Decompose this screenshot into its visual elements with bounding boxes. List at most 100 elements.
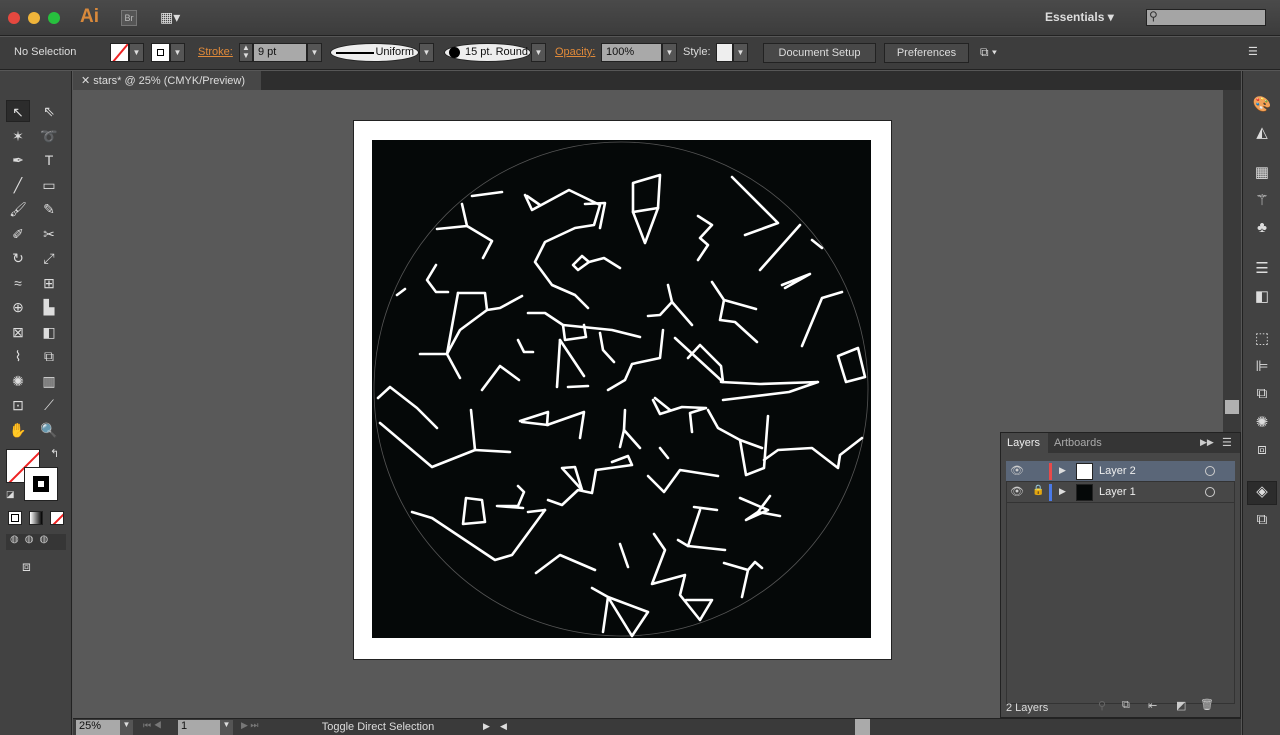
blob-brush-tool-icon[interactable]: ✐ — [6, 223, 30, 245]
gradient-panel-icon[interactable]: ◧ — [1251, 287, 1273, 307]
selection-tool-icon[interactable]: ↖ — [6, 100, 30, 122]
swap-colors-icon[interactable]: ↰ — [50, 447, 59, 460]
zoom-level-field[interactable]: 25% — [76, 720, 120, 735]
locate-object-icon[interactable]: ⚲ — [1098, 699, 1106, 712]
lasso-tool-icon[interactable]: ➰ — [37, 125, 61, 147]
graphic-styles-icon[interactable]: ⧈ — [1251, 441, 1273, 461]
clipping-mask-icon[interactable]: ⧉ — [1122, 699, 1130, 712]
color-panel-icon[interactable]: 🎨 — [1251, 95, 1273, 115]
stroke-dropdown[interactable]: ▼ — [170, 43, 185, 62]
gradient-mode-button[interactable] — [29, 511, 43, 525]
color-mode-button[interactable] — [8, 511, 22, 525]
expand-layer-icon[interactable]: ▶ — [1059, 465, 1066, 476]
slice-tool-icon[interactable]: ⟋ — [37, 394, 61, 416]
status-menu-arrow[interactable]: ▶ — [483, 721, 490, 732]
profile-dropdown[interactable]: ▼ — [419, 43, 434, 62]
layer-row[interactable]: 👁 ▶ Layer 2 — [1006, 461, 1235, 482]
artboard-dropdown[interactable]: ▼ — [220, 720, 233, 735]
target-icon[interactable] — [1205, 487, 1215, 497]
visibility-eye-icon[interactable]: 👁 — [1010, 464, 1024, 477]
opacity-dropdown[interactable]: ▼ — [662, 43, 677, 62]
pathfinder-icon[interactable]: ⧉ — [1251, 385, 1273, 405]
pen-tool-icon[interactable]: ✒ — [6, 149, 30, 171]
tab-artboards[interactable]: Artboards — [1049, 433, 1114, 453]
appearance-icon[interactable]: ✺ — [1251, 413, 1273, 433]
type-tool-icon[interactable]: T — [37, 149, 61, 171]
style-swatch[interactable] — [716, 43, 733, 62]
next-artboard-button[interactable]: ▶ ⏭ — [241, 720, 259, 731]
panel-menu-icon[interactable]: ☰ — [1222, 436, 1232, 449]
first-artboard-button[interactable]: ⏮ ◀ — [143, 720, 162, 731]
stroke-stepper[interactable]: ▲ ▼ — [239, 43, 253, 62]
new-sublayer-icon[interactable]: ⇤ — [1148, 699, 1157, 712]
gradient-tool-icon[interactable]: ◧ — [37, 321, 61, 343]
close-tab-icon[interactable]: ✕ — [81, 75, 93, 87]
minimize-window-button[interactable] — [28, 12, 40, 24]
scale-tool-icon[interactable]: ⤢ — [37, 247, 61, 269]
shape-builder-tool-icon[interactable]: ⊕ — [6, 296, 30, 318]
warp-tool-icon[interactable]: ≈ — [6, 272, 30, 294]
column-graph-tool-icon[interactable]: ▥ — [37, 370, 61, 392]
zoom-tool-icon[interactable]: 🔍 — [37, 419, 61, 441]
document-tab[interactable]: ✕ stars* @ 25% (CMYK/Preview) — [73, 71, 261, 90]
layers-panel-icon[interactable]: ◈ — [1247, 481, 1277, 505]
scroll-left-button[interactable]: ◀ — [500, 721, 507, 732]
bridge-button[interactable]: Br — [121, 10, 137, 26]
perspective-grid-tool-icon[interactable]: ▙ — [37, 296, 61, 318]
collapse-panel-icon[interactable]: ▶▶ — [1200, 437, 1214, 448]
screen-mode-icon[interactable]: ⧈ — [22, 558, 31, 575]
brush-dropdown[interactable]: ▼ — [531, 43, 546, 62]
vertical-scroll-thumb[interactable] — [1225, 400, 1239, 414]
blend-tool-icon[interactable]: ⧉ — [37, 345, 61, 367]
visibility-eye-icon[interactable]: 👁 — [1010, 485, 1024, 498]
stroke-color-box[interactable] — [24, 467, 58, 501]
drawing-modes[interactable]: ◍◍◍ — [6, 534, 66, 550]
transform-icon[interactable]: ⬚ — [1251, 329, 1273, 349]
status-tool-hint[interactable]: Toggle Direct Selection — [278, 721, 478, 733]
line-tool-icon[interactable]: ╱ — [6, 174, 30, 196]
artboard-tool-icon[interactable]: ⊡ — [6, 394, 30, 416]
zoom-window-button[interactable] — [48, 12, 60, 24]
brushes-icon[interactable]: ⚚ — [1251, 191, 1273, 211]
stroke-swatch[interactable] — [151, 43, 170, 62]
tab-layers[interactable]: Layers — [1001, 433, 1048, 453]
color-guide-icon[interactable]: ◭ — [1251, 123, 1273, 143]
symbol-sprayer-tool-icon[interactable]: ✺ — [6, 370, 30, 392]
opacity-label[interactable]: Opacity: — [555, 46, 595, 58]
stroke-weight-dropdown[interactable]: ▼ — [307, 43, 322, 62]
zoom-dropdown[interactable]: ▼ — [120, 720, 133, 735]
mesh-tool-icon[interactable]: ⊠ — [6, 321, 30, 343]
artboard-number-field[interactable]: 1 — [178, 720, 220, 735]
stroke-weight-field[interactable]: 9 pt — [253, 43, 307, 62]
control-menu-icon[interactable]: ☰ — [1248, 45, 1258, 58]
direct-selection-tool-icon[interactable]: ⇖ — [37, 100, 61, 122]
new-layer-icon[interactable]: ◩ — [1176, 699, 1186, 712]
magic-wand-tool-icon[interactable]: ✶ — [6, 125, 30, 147]
arrange-documents-button[interactable]: ▦▾ — [160, 9, 188, 27]
close-window-button[interactable] — [8, 12, 20, 24]
preferences-button[interactable]: Preferences — [884, 43, 969, 63]
isolate-selection-icon[interactable]: ⧉ ▾ — [980, 45, 997, 60]
pencil-tool-icon[interactable]: ✎ — [37, 198, 61, 220]
search-input[interactable] — [1146, 9, 1266, 26]
horizontal-scroll-thumb[interactable] — [855, 719, 870, 735]
target-icon[interactable] — [1205, 466, 1215, 476]
artboards-panel-icon[interactable]: ⧉ — [1251, 511, 1273, 531]
rectangle-tool-icon[interactable]: ▭ — [37, 174, 61, 196]
layer-name[interactable]: Layer 2 — [1099, 465, 1136, 477]
opacity-field[interactable]: 100% — [601, 43, 662, 62]
paintbrush-tool-icon[interactable]: 🖌 — [6, 198, 30, 220]
stroke-label[interactable]: Stroke: — [198, 46, 233, 58]
style-dropdown[interactable]: ▼ — [733, 43, 748, 62]
fill-dropdown[interactable]: ▼ — [129, 43, 144, 62]
default-colors-icon[interactable]: ◪ — [6, 489, 15, 500]
symbols-icon[interactable]: ♣ — [1251, 219, 1273, 239]
layer-name[interactable]: Layer 1 — [1099, 486, 1136, 498]
scissors-tool-icon[interactable]: ✂ — [37, 223, 61, 245]
free-transform-tool-icon[interactable]: ⊞ — [37, 272, 61, 294]
none-mode-button[interactable] — [50, 511, 64, 525]
eyedropper-tool-icon[interactable]: ⌇ — [6, 345, 30, 367]
layer-row[interactable]: 👁 🔒 ▶ Layer 1 — [1006, 482, 1235, 503]
delete-layer-icon[interactable]: 🗑 — [1200, 698, 1214, 711]
hand-tool-icon[interactable]: ✋ — [6, 419, 30, 441]
